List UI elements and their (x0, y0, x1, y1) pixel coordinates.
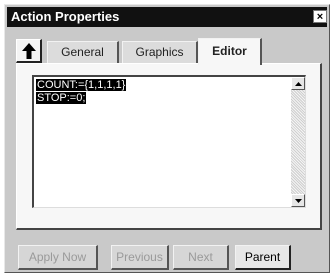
editor-tab-panel: COUNT:={1,1,1,1} STOP:=0; (16, 63, 322, 230)
go-up-button[interactable] (16, 39, 42, 63)
scroll-up-icon (294, 81, 302, 86)
parent-button[interactable]: Parent (235, 245, 291, 270)
selected-text: STOP:=0; (36, 92, 87, 104)
next-button[interactable]: Next (173, 245, 229, 270)
scroll-down-icon (294, 198, 302, 203)
scroll-down-button[interactable] (291, 194, 305, 207)
script-text: COUNT:={1,1,1,1} STOP:=0; (36, 79, 127, 105)
code-line: COUNT:={1,1,1,1} (36, 79, 127, 92)
apply-now-button[interactable]: Apply Now (18, 245, 98, 270)
tab-editor[interactable]: Editor (198, 38, 262, 65)
close-button[interactable]: × (313, 10, 327, 23)
close-icon: × (316, 11, 324, 23)
script-editor-textarea[interactable]: COUNT:={1,1,1,1} STOP:=0; (32, 75, 306, 208)
scroll-up-button[interactable] (291, 77, 305, 90)
tab-graphics[interactable]: Graphics (122, 41, 198, 63)
code-line: STOP:=0; (36, 92, 126, 105)
arrow-up-icon (21, 42, 36, 59)
title-bar[interactable]: Action Properties × (7, 7, 327, 27)
action-properties-dialog: Action Properties × General Graphics Edi… (4, 4, 330, 273)
tab-general[interactable]: General (47, 41, 119, 63)
vertical-scrollbar[interactable] (291, 77, 305, 207)
window-title: Action Properties (11, 9, 120, 24)
selected-text: COUNT:={1,1,1,1} (36, 79, 127, 91)
previous-button[interactable]: Previous (111, 245, 169, 270)
